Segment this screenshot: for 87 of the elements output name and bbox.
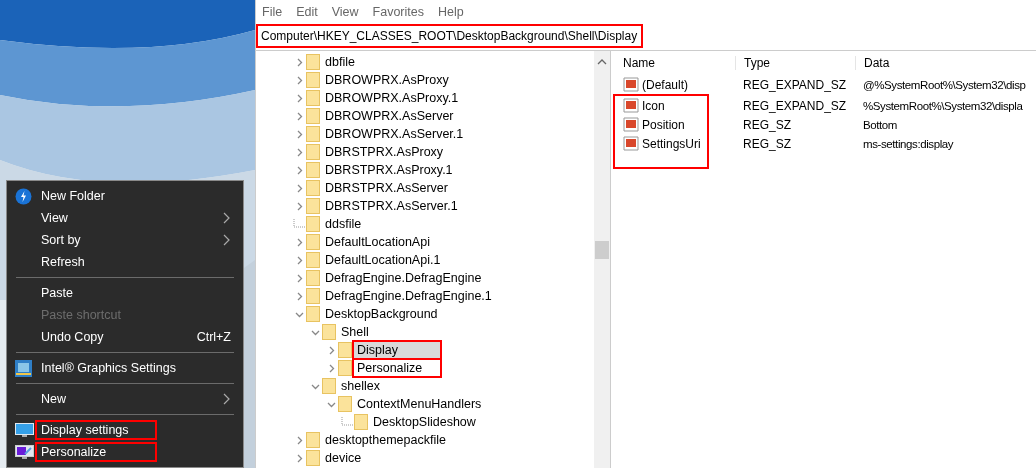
tree-item[interactable]: Display (354, 342, 440, 358)
folder-icon (322, 378, 336, 394)
tree-item[interactable]: Personalize (354, 360, 440, 376)
shortcut-label: Ctrl+Z (196, 330, 231, 344)
menu-item[interactable]: Intel® Graphics Settings (7, 357, 243, 379)
folder-icon (354, 414, 368, 430)
folder-icon (306, 180, 320, 196)
tree-item[interactable]: DBRSTPRX.AsServer.1 (322, 198, 461, 214)
menu-bar-item[interactable]: View (331, 5, 359, 19)
tree-item[interactable]: DesktopBackground (322, 306, 441, 322)
tree-item[interactable]: DBROWPRX.AsProxy.1 (322, 90, 462, 106)
value-type: REG_SZ (742, 116, 792, 134)
tree-item[interactable]: DBRSTPRX.AsProxy.1 (322, 162, 456, 178)
folder-icon (306, 90, 320, 106)
tree-item[interactable]: ContextMenuHandlers (354, 396, 485, 412)
folder-icon (306, 432, 320, 448)
value-data: Bottom (862, 117, 899, 133)
value-name[interactable]: Position (615, 115, 707, 134)
value-name[interactable]: (Default) (615, 75, 707, 94)
menu-bar-item[interactable]: Favorites (372, 5, 424, 19)
scrollbar-thumb[interactable] (595, 241, 609, 259)
value-name[interactable]: SettingsUri (615, 134, 707, 153)
tree-item[interactable]: ddsfile (322, 216, 365, 232)
tree-item[interactable]: DefragEngine.DefragEngine.1 (322, 288, 495, 304)
menu-item[interactable]: Personalize (7, 441, 243, 463)
folder-icon (338, 360, 352, 376)
graphics-settings-icon (15, 359, 32, 377)
menu-bar-item[interactable]: Edit (296, 5, 318, 19)
value-data: ms-settings:display (862, 136, 955, 152)
value-type: REG_EXPAND_SZ (742, 97, 848, 115)
tree-item[interactable]: DBRSTPRX.AsServer (322, 180, 451, 196)
tree-item[interactable]: device (322, 450, 365, 466)
column-header[interactable]: Data (855, 56, 1031, 70)
menu-item[interactable]: New (7, 388, 243, 410)
value-data: %SystemRoot%\System32\displa (862, 98, 1024, 114)
column-header[interactable]: Name (615, 56, 735, 70)
folder-icon (306, 306, 320, 322)
value-type: REG_SZ (742, 135, 792, 153)
folder-icon (306, 198, 320, 214)
menu-item[interactable]: View (7, 207, 243, 229)
value-name[interactable]: Icon (615, 96, 707, 115)
menu-item[interactable]: New Folder (7, 185, 243, 207)
address-bar[interactable]: Computer\HKEY_CLASSES_ROOT\DesktopBackground\Shell\Display (256, 24, 643, 48)
value-data: @%SystemRoot%\System32\disp (862, 77, 1027, 93)
tree-item[interactable]: DBROWPRX.AsProxy (322, 72, 452, 88)
menu-item[interactable]: Display settings (7, 419, 243, 441)
menu-item[interactable]: Refresh (7, 251, 243, 273)
folder-icon (306, 162, 320, 178)
menu-bar-item[interactable]: File (262, 5, 283, 19)
tree-item[interactable]: DesktopSlideshow (370, 414, 479, 430)
folder-icon (306, 234, 320, 250)
string-value-icon (623, 98, 639, 113)
menu-item[interactable]: Undo Copy Ctrl+Z (7, 326, 243, 348)
menu-bar-item[interactable]: Help (438, 5, 464, 19)
folder-icon (306, 72, 320, 88)
tree-item[interactable]: dbfile (322, 54, 358, 70)
folder-icon (306, 252, 320, 268)
folder-icon (306, 144, 320, 160)
folder-icon (306, 270, 320, 286)
folder-icon (306, 108, 320, 124)
folder-icon (306, 54, 320, 70)
tree-item[interactable]: DefaultLocationApi.1 (322, 252, 444, 268)
menu-item[interactable]: Paste (7, 282, 243, 304)
folder-icon (338, 342, 352, 358)
lightning-bolt-icon (15, 187, 32, 205)
tree-item[interactable]: DefaultLocationApi (322, 234, 433, 250)
tree-item[interactable]: desktopthemepackfile (322, 432, 449, 448)
folder-icon (306, 216, 320, 232)
monitor-icon (15, 422, 34, 438)
tree-item[interactable]: DefragEngine.DefragEngine (322, 270, 485, 286)
string-value-icon (623, 136, 639, 151)
folder-icon (306, 450, 320, 466)
folder-icon (306, 126, 320, 142)
tree-item[interactable]: DBROWPRX.AsServer (322, 108, 457, 124)
tree-item[interactable]: shellex (338, 378, 383, 394)
personalize-monitor-icon (15, 444, 34, 460)
folder-icon (338, 396, 352, 412)
tree-item[interactable]: DBROWPRX.AsServer.1 (322, 126, 467, 142)
column-header[interactable]: Type (735, 56, 855, 70)
tree-item[interactable]: Shell (338, 324, 372, 340)
tree-item[interactable]: DBRSTPRX.AsProxy (322, 144, 447, 160)
folder-icon (322, 324, 336, 340)
menu-item[interactable]: Sort by (7, 229, 243, 251)
string-value-icon (623, 117, 639, 132)
string-value-icon (623, 77, 639, 92)
value-type: REG_EXPAND_SZ (742, 76, 848, 94)
folder-icon (306, 288, 320, 304)
